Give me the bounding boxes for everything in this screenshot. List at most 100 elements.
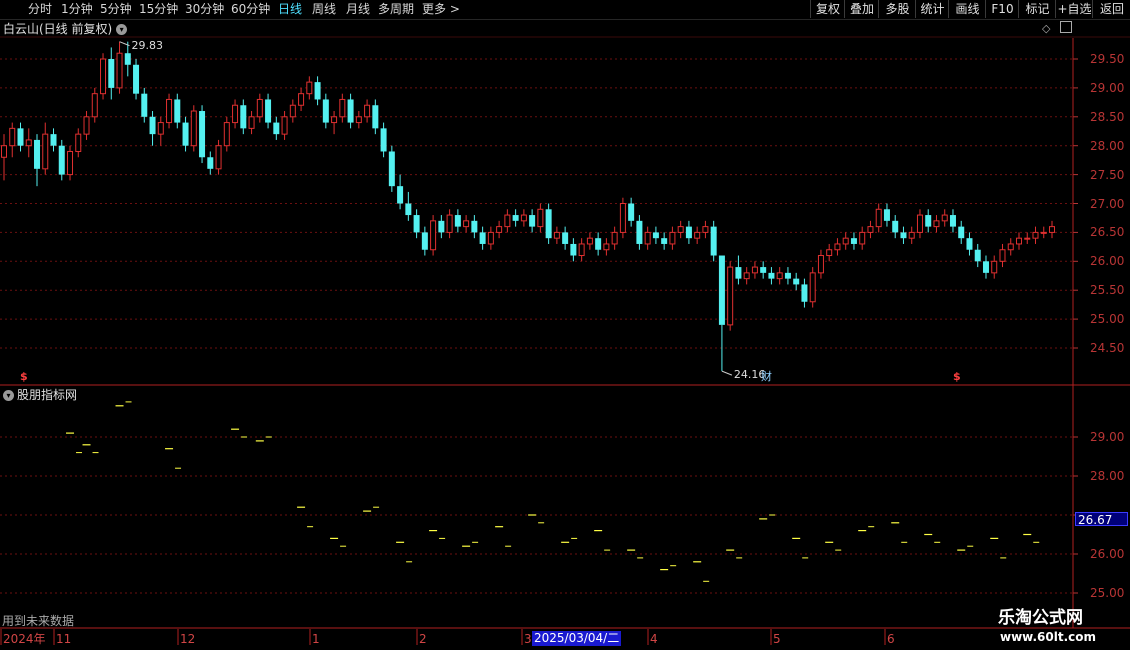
candle-body-up — [520, 214, 527, 222]
period-tab-3[interactable]: 15分钟 — [139, 1, 178, 18]
finance-marker[interactable]: 财 — [761, 371, 772, 383]
chevron-down-icon[interactable]: ▾ — [116, 24, 128, 35]
candle-body-up — [842, 237, 849, 245]
candle-body-down — [372, 105, 379, 129]
low-pointer — [721, 370, 733, 376]
toolbar-button-5[interactable]: F10 — [985, 0, 1019, 18]
candle-body-down — [182, 122, 189, 146]
candle-body-up — [190, 110, 197, 147]
candle-body-up — [25, 139, 32, 147]
candle-body-up — [42, 133, 49, 170]
candle-body-down — [545, 209, 552, 239]
candle-body-down — [314, 82, 321, 100]
period-tab-7[interactable]: 周线 — [312, 1, 336, 18]
indicator-title: ▾ 股朋指标网 — [3, 387, 77, 403]
current-price-tag: 26.67 — [1075, 512, 1128, 527]
period-tab-10[interactable]: 更多 > — [422, 1, 460, 18]
candle-body-down — [636, 220, 643, 244]
candle-body-down — [735, 267, 742, 279]
window-restore-icon[interactable] — [1060, 21, 1072, 33]
candle-body-down — [784, 272, 791, 279]
candle-body-up — [553, 231, 560, 239]
toolbar-button-1[interactable]: 叠加 — [844, 0, 879, 18]
candle-body-up — [826, 249, 833, 257]
candle-body-up — [875, 208, 882, 228]
period-tab-8[interactable]: 月线 — [346, 1, 370, 18]
toolbar-button-6[interactable]: 标记 — [1018, 0, 1056, 18]
candle-body-up — [306, 81, 313, 95]
candle-body-up — [694, 231, 701, 239]
candle-body-up — [817, 255, 824, 274]
candle-body-up — [941, 214, 948, 222]
period-tab-1[interactable]: 1分钟 — [61, 1, 93, 18]
candle-body-down — [883, 209, 890, 221]
y-tick-label: 26.50 — [1090, 225, 1125, 240]
period-tab-9[interactable]: 多周期 — [378, 1, 414, 18]
candle-body-up — [157, 122, 164, 135]
y-tick-label: 28.00 — [1090, 138, 1125, 153]
candle-body-down — [570, 243, 577, 256]
candle-body-down — [199, 111, 206, 158]
candle-body-down — [50, 134, 57, 146]
high-price-label: 29.83 — [131, 38, 164, 52]
candle-body-up — [355, 116, 362, 124]
period-tab-6[interactable]: 日线 — [278, 1, 302, 18]
y-tick-label: 26.00 — [1090, 254, 1125, 269]
candle-body-down — [793, 278, 800, 285]
watermark-url: www.60lt.com — [1000, 630, 1097, 644]
y-tick-label: 24.50 — [1090, 341, 1125, 355]
candle-body-down — [421, 232, 428, 250]
candle-body-up — [75, 133, 82, 152]
toolbar-button-8[interactable]: 返回 — [1092, 0, 1130, 18]
toolbar-button-0[interactable]: 复权 — [810, 0, 845, 18]
candle-body-up — [1015, 237, 1022, 245]
candle-body-up — [100, 58, 107, 95]
y-tick-label: 27.00 — [1090, 196, 1125, 211]
toolbar-button-2[interactable]: 多股 — [878, 0, 916, 18]
candle-body-down — [760, 267, 767, 273]
x-axis-label: 2024年 — [3, 632, 46, 646]
y-tick-label: 29.00 — [1090, 80, 1125, 95]
toolbar-button-7[interactable]: +自选 — [1055, 0, 1093, 18]
candle-body-down — [652, 232, 659, 239]
y-tick-label: 25.00 — [1090, 312, 1125, 327]
candle-body-down — [966, 238, 973, 250]
candle-body-down — [768, 272, 775, 279]
candle-body-up — [677, 226, 684, 233]
period-tab-0[interactable]: 分时 — [28, 1, 52, 18]
candle-body-up — [248, 116, 255, 129]
candle-body-up — [504, 214, 511, 228]
candle-body-up — [487, 231, 494, 245]
candle-body-down — [718, 255, 725, 325]
candle-body-up — [834, 243, 841, 251]
toolbar-button-3[interactable]: 统计 — [915, 0, 949, 18]
candle-body-up — [578, 243, 585, 257]
period-tab-4[interactable]: 30分钟 — [185, 1, 224, 18]
sub-y-tick-label: 26.00 — [1090, 547, 1125, 561]
candle-body-down — [925, 215, 932, 227]
diamond-icon[interactable]: ◇ — [1042, 22, 1050, 36]
candle-body-down — [479, 232, 486, 244]
period-tab-2[interactable]: 5分钟 — [100, 1, 132, 18]
candle-body-up — [256, 98, 263, 118]
toolbar-button-4[interactable]: 画线 — [948, 0, 986, 18]
stock-title: 白云山(日线 前复权) — [3, 22, 113, 36]
candle-body-up — [1007, 243, 1014, 251]
period-tab-5[interactable]: 60分钟 — [231, 1, 270, 18]
candle-body-down — [124, 53, 131, 65]
dividend-marker-2[interactable]: $ — [953, 371, 961, 383]
candle-body-up — [331, 116, 338, 124]
candle-body-down — [265, 99, 272, 123]
dividend-marker[interactable]: $ — [20, 371, 28, 383]
candle-body-down — [207, 157, 214, 169]
candlestick-chart[interactable] — [0, 0, 1130, 650]
candle-body-down — [685, 226, 692, 239]
period-toolbar: 分时 1分钟 5分钟 15分钟 30分钟 60分钟 日线 周线 月线 多周期 更多 > 复权 叠加 多股… — [0, 0, 1130, 20]
candle-body-down — [34, 139, 41, 169]
sub-y-tick-label: 25.00 — [1090, 586, 1125, 600]
candle-body-up — [586, 237, 593, 245]
candle-body-up — [166, 98, 173, 124]
indicator-name: 股朋指标网 — [17, 388, 78, 402]
chevron-down-icon[interactable]: ▾ — [3, 390, 14, 401]
candle-body-up — [463, 220, 470, 228]
